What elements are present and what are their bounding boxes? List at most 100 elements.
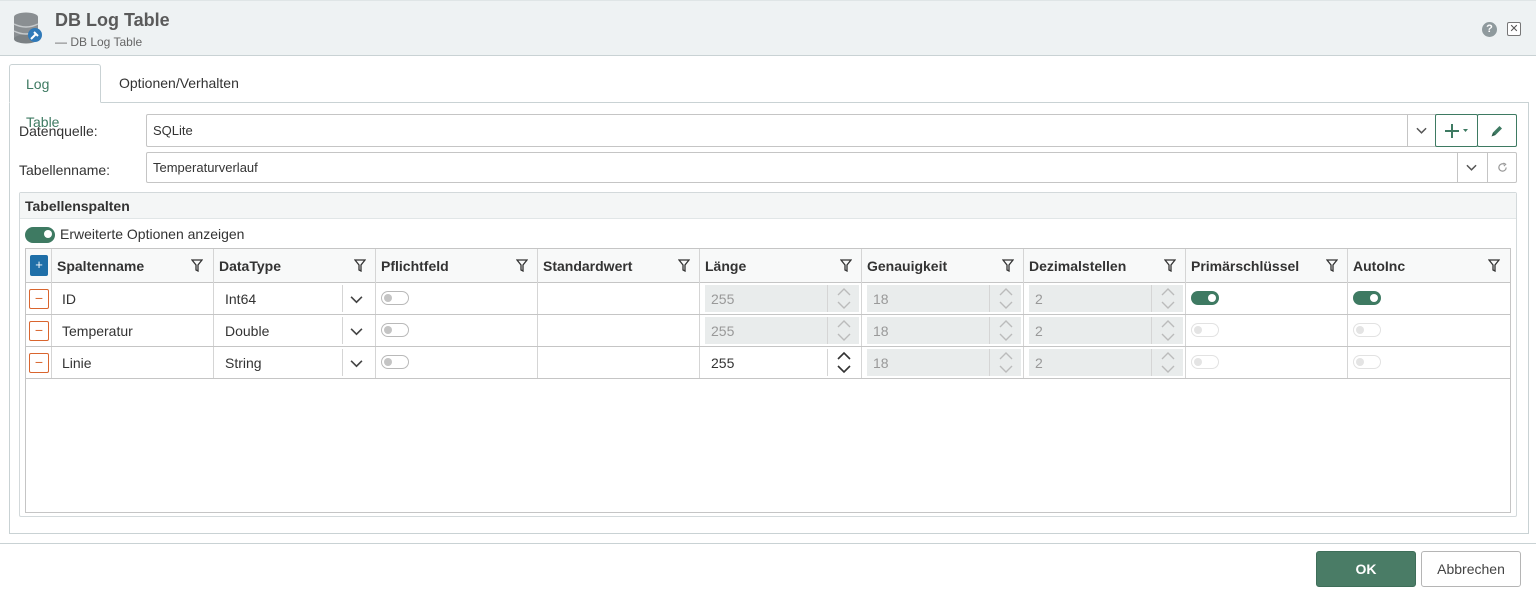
chevron-down-icon [1416, 127, 1427, 134]
cell-primaerschluessel [1186, 315, 1348, 346]
filter-icon[interactable] [678, 259, 690, 272]
spinner-arrows-icon [989, 285, 1021, 312]
cell-standardwert[interactable] [538, 315, 700, 346]
datasource-dropdown-button[interactable] [1407, 115, 1436, 146]
datasource-select[interactable]: SQLite [146, 114, 1437, 147]
column-name-value: Temperatur [62, 323, 133, 339]
cell-dezimalstellen: 2 [1024, 347, 1186, 378]
header-standardwert[interactable]: Standardwert [538, 249, 700, 283]
remove-icon[interactable]: − [29, 321, 49, 341]
chevron-down-icon[interactable] [350, 357, 363, 370]
tab-optionen-verhalten[interactable]: Optionen/Verhalten [103, 64, 255, 103]
header-primaerschluessel[interactable]: Primärschlüssel [1186, 249, 1348, 283]
chevron-down-icon[interactable] [350, 293, 363, 306]
help-icon[interactable]: ? [1482, 22, 1497, 37]
refresh-tables-button[interactable] [1487, 153, 1516, 182]
header-spaltenname[interactable]: Spaltenname [52, 249, 214, 283]
spinner-arrows-icon [1151, 349, 1183, 376]
tablename-select[interactable]: Temperaturverlauf [146, 152, 1517, 183]
required-toggle[interactable] [381, 355, 409, 369]
header-label: Standardwert [543, 258, 633, 274]
precision-value: 18 [873, 323, 889, 339]
cancel-button[interactable]: Abbrechen [1421, 551, 1521, 587]
advanced-options-toggle[interactable] [25, 227, 55, 243]
length-stepper[interactable]: 255 [705, 349, 859, 376]
remove-icon[interactable]: − [29, 353, 49, 373]
add-icon[interactable]: + [30, 255, 48, 276]
primary-key-toggle[interactable] [1191, 291, 1219, 305]
decimals-stepper: 2 [1029, 285, 1183, 312]
row-delete-cell: − [26, 347, 52, 378]
row-delete-cell: − [26, 315, 52, 346]
table-row: − Temperatur Double 255 18 2 [26, 315, 1510, 347]
ok-button[interactable]: OK [1316, 551, 1416, 587]
column-name-value: ID [62, 291, 76, 307]
cell-datatype-select[interactable]: String [214, 347, 376, 378]
header-label: Dezimalstellen [1029, 258, 1127, 274]
header-genauigkeit[interactable]: Genauigkeit [862, 249, 1024, 283]
precision-value: 18 [873, 291, 889, 307]
add-datasource-button[interactable] [1435, 114, 1478, 147]
datatype-value: Double [225, 323, 270, 339]
header-dezimalstellen[interactable]: Dezimalstellen [1024, 249, 1186, 283]
filter-icon[interactable] [354, 259, 366, 272]
cell-standardwert[interactable] [538, 283, 700, 314]
cell-standardwert[interactable] [538, 347, 700, 378]
cell-laenge: 255 [700, 347, 862, 378]
filter-icon[interactable] [516, 259, 528, 272]
filter-icon[interactable] [1326, 259, 1338, 272]
cell-dezimalstellen: 2 [1024, 315, 1186, 346]
required-toggle[interactable] [381, 291, 409, 305]
cell-genauigkeit: 18 [862, 315, 1024, 346]
decimals-value: 2 [1035, 291, 1043, 307]
filter-icon[interactable] [1002, 259, 1014, 272]
autoinc-toggle[interactable] [1353, 291, 1381, 305]
advanced-options-label: Erweiterte Optionen anzeigen [60, 226, 245, 242]
cell-pflichtfeld [376, 315, 538, 346]
header-datatype[interactable]: DataType [214, 249, 376, 283]
spinner-arrows-icon [1151, 317, 1183, 344]
chevron-down-icon [1466, 164, 1477, 171]
datatype-value: String [225, 355, 262, 371]
add-column-cell: + [26, 249, 52, 283]
cell-dezimalstellen: 2 [1024, 283, 1186, 314]
cell-spaltenname[interactable]: Temperatur [52, 315, 214, 346]
cell-autoinc [1348, 315, 1510, 346]
remove-icon[interactable]: − [29, 289, 49, 309]
tab-log-table[interactable]: Log Table [9, 64, 101, 130]
primary-key-toggle [1191, 355, 1219, 369]
dialog-footer [0, 543, 1536, 600]
header-laenge[interactable]: Länge [700, 249, 862, 283]
tablename-dropdown-button[interactable] [1457, 153, 1487, 182]
autoinc-toggle [1353, 355, 1381, 369]
cell-genauigkeit: 18 [862, 347, 1024, 378]
filter-icon[interactable] [1488, 259, 1500, 272]
required-toggle[interactable] [381, 323, 409, 337]
spinner-arrows-icon[interactable] [827, 349, 859, 376]
tablename-label: Tabellenname: [19, 162, 111, 178]
section-header: Tabellenspalten [20, 193, 1516, 219]
filter-icon[interactable] [840, 259, 852, 272]
cell-spaltenname[interactable]: Linie [52, 347, 214, 378]
section-title: Tabellenspalten [25, 198, 130, 214]
refresh-icon [1498, 162, 1507, 172]
edit-datasource-button[interactable] [1477, 114, 1517, 147]
columns-grid: + Spaltenname DataType Pflichtfeld Stand… [25, 248, 1511, 513]
pencil-icon [1491, 126, 1502, 137]
cell-datatype-select[interactable]: Double [214, 315, 376, 346]
filter-icon[interactable] [1164, 259, 1176, 272]
precision-stepper: 18 [867, 317, 1021, 344]
close-icon[interactable]: ✕ [1507, 22, 1521, 36]
cell-datatype-select[interactable]: Int64 [214, 283, 376, 314]
chevron-down-icon[interactable] [350, 325, 363, 338]
cell-autoinc [1348, 283, 1510, 314]
filter-icon[interactable] [191, 259, 203, 272]
length-value: 255 [711, 291, 735, 307]
precision-value: 18 [873, 355, 889, 371]
cell-spaltenname[interactable]: ID [52, 283, 214, 314]
header-pflichtfeld[interactable]: Pflichtfeld [376, 249, 538, 283]
cell-pflichtfeld [376, 347, 538, 378]
length-value: 255 [711, 323, 735, 339]
header-autoinc[interactable]: AutoInc [1348, 249, 1510, 283]
spinner-arrows-icon [827, 317, 859, 344]
